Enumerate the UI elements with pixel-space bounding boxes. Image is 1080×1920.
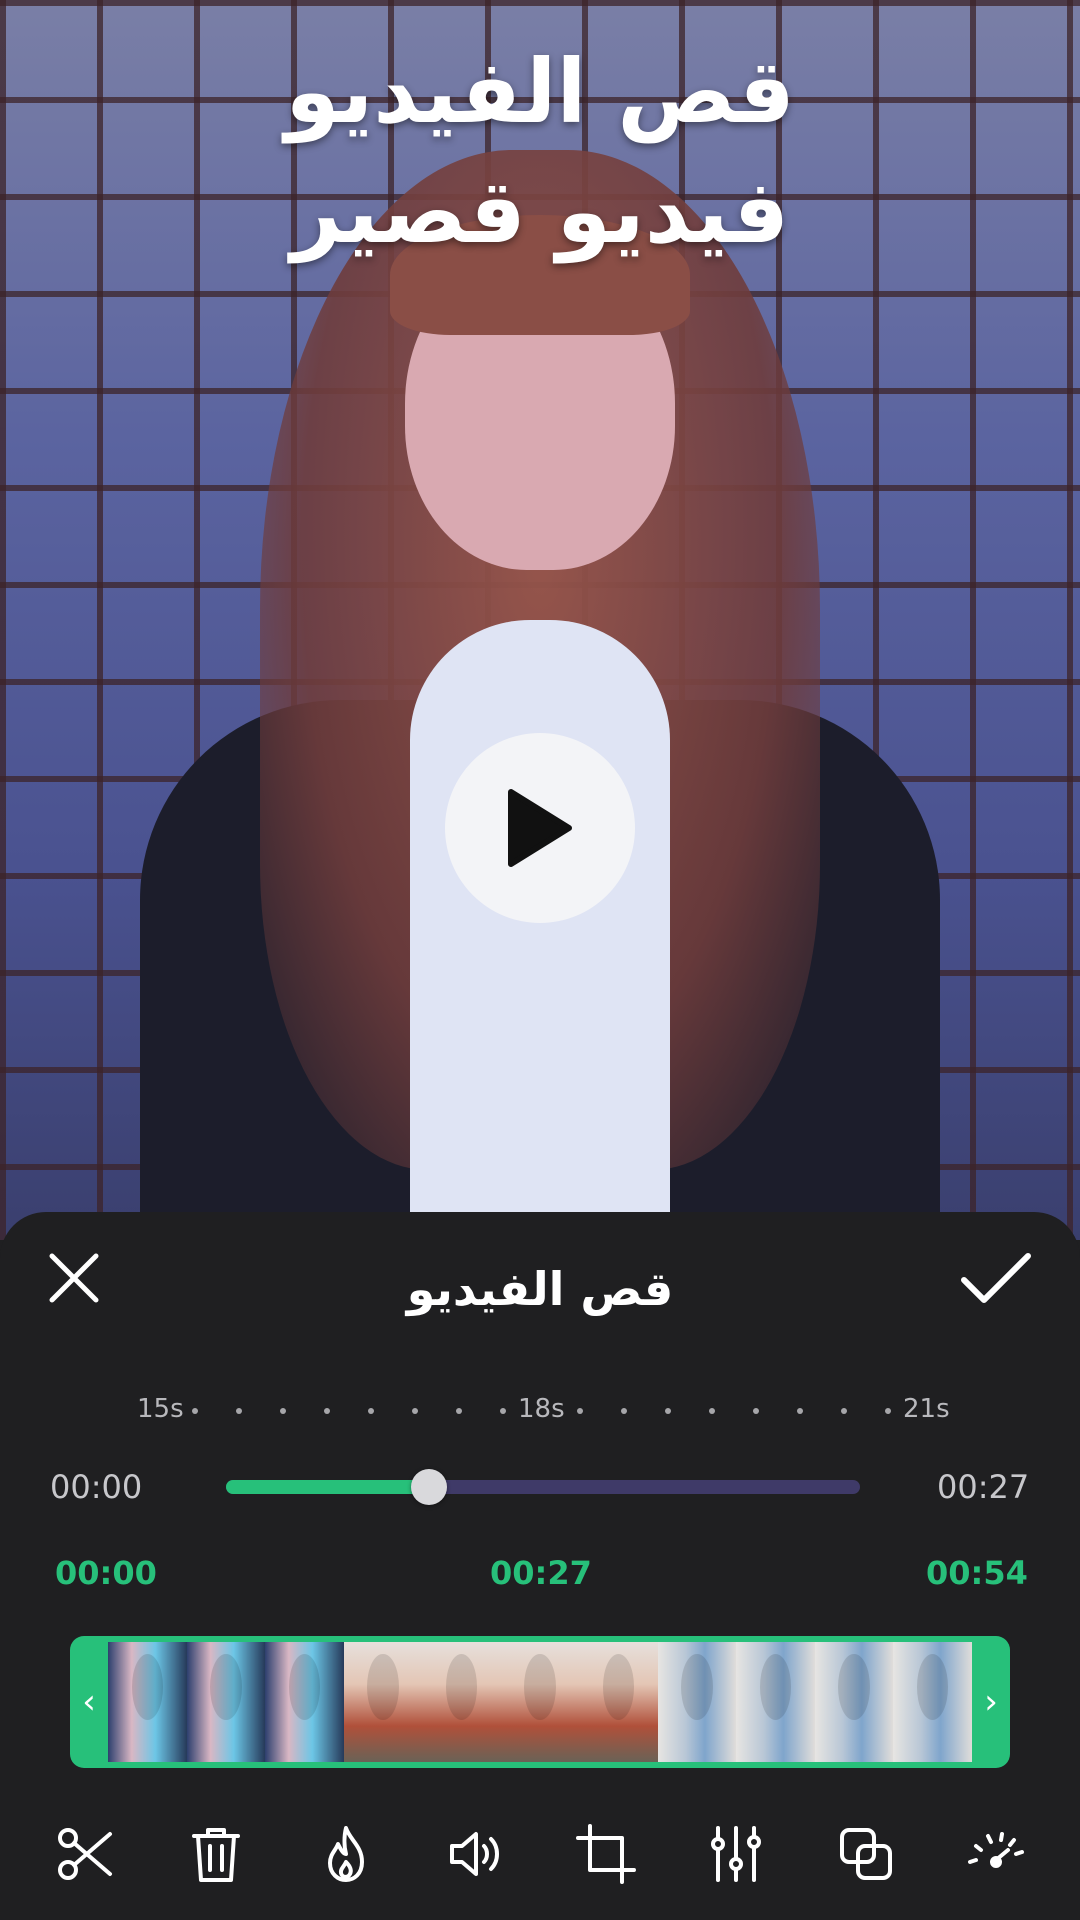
filmstrip-frame bbox=[893, 1642, 972, 1762]
split-tool-button[interactable] bbox=[48, 1816, 124, 1892]
sliders-icon bbox=[711, 1826, 761, 1882]
ruler-dot bbox=[665, 1408, 671, 1414]
ruler-dot bbox=[412, 1408, 418, 1414]
filmstrip-frame bbox=[422, 1642, 501, 1762]
ruler-dot bbox=[280, 1408, 286, 1414]
ruler-dot bbox=[577, 1408, 583, 1414]
filmstrip-frame bbox=[500, 1642, 580, 1762]
effects-tool-button[interactable] bbox=[308, 1816, 384, 1892]
playback-slider-thumb[interactable] bbox=[410, 1469, 447, 1505]
speed-icon bbox=[968, 1832, 1024, 1868]
volume-tool-button[interactable] bbox=[438, 1816, 514, 1892]
ruler-dot bbox=[456, 1408, 462, 1414]
ruler-label-15s: 15s bbox=[137, 1394, 184, 1424]
filmstrip-frame bbox=[186, 1642, 266, 1762]
ruler-dot bbox=[368, 1408, 374, 1414]
filmstrip[interactable]: ‹ › bbox=[70, 1636, 1010, 1768]
volume-icon bbox=[450, 1832, 499, 1876]
filmstrip-frame bbox=[657, 1642, 737, 1762]
sheet-title: قص الفيديو bbox=[406, 1262, 674, 1316]
ruler-dot bbox=[236, 1408, 242, 1414]
ruler-dot bbox=[797, 1408, 803, 1414]
trim-handle-left[interactable]: ‹ bbox=[70, 1636, 108, 1768]
duplicate-icon bbox=[840, 1828, 892, 1880]
overlay-title-line-2: فيديو قصير bbox=[290, 160, 790, 263]
confirm-button[interactable] bbox=[958, 1246, 1034, 1310]
adjust-tool-button[interactable] bbox=[698, 1816, 774, 1892]
playback-track[interactable] bbox=[226, 1480, 860, 1494]
filmstrip-frame bbox=[343, 1642, 423, 1762]
preview-shirt bbox=[410, 620, 670, 1240]
ruler-dot bbox=[841, 1408, 847, 1414]
filmstrip-frame bbox=[579, 1642, 658, 1762]
filmstrip-frames bbox=[108, 1642, 972, 1762]
play-icon bbox=[508, 789, 572, 867]
ruler-dot bbox=[885, 1408, 891, 1414]
ruler-dot bbox=[192, 1408, 198, 1414]
flame-icon bbox=[328, 1826, 364, 1882]
duplicate-tool-button[interactable] bbox=[828, 1816, 904, 1892]
ruler-label-18s: 18s bbox=[518, 1394, 565, 1424]
trim-start-time: 00:00 bbox=[55, 1554, 157, 1592]
overlay-title-line-1: قص الفيديو bbox=[285, 40, 795, 143]
playback-start-time: 00:00 bbox=[50, 1468, 143, 1506]
playback-end-time: 00:27 bbox=[937, 1468, 1030, 1506]
filmstrip-frame bbox=[265, 1642, 344, 1762]
play-button[interactable] bbox=[445, 733, 635, 923]
ruler-label-21s: 21s bbox=[903, 1394, 950, 1424]
filmstrip-frame bbox=[108, 1642, 187, 1762]
ruler-dot bbox=[324, 1408, 330, 1414]
playback-progress-fill bbox=[226, 1480, 429, 1494]
trim-end-time: 00:54 bbox=[926, 1554, 1028, 1592]
crop-icon bbox=[576, 1824, 636, 1884]
ruler-dot bbox=[709, 1408, 715, 1414]
trim-middle-time: 00:27 bbox=[490, 1554, 592, 1592]
speed-tool-button[interactable] bbox=[958, 1816, 1034, 1892]
ruler-dot bbox=[753, 1408, 759, 1414]
scissors-icon bbox=[58, 1828, 112, 1880]
trash-icon bbox=[192, 1828, 240, 1882]
filmstrip-frame bbox=[736, 1642, 815, 1762]
delete-tool-button[interactable] bbox=[178, 1816, 254, 1892]
crop-tool-button[interactable] bbox=[568, 1816, 644, 1892]
check-icon bbox=[961, 1253, 1031, 1303]
ruler-dot bbox=[500, 1408, 506, 1414]
ruler-dot bbox=[621, 1408, 627, 1414]
filmstrip-frame bbox=[814, 1642, 894, 1762]
trim-handle-right[interactable]: › bbox=[972, 1636, 1010, 1768]
video-preview[interactable]: قص الفيديو فيديو قصير bbox=[0, 0, 1080, 1240]
